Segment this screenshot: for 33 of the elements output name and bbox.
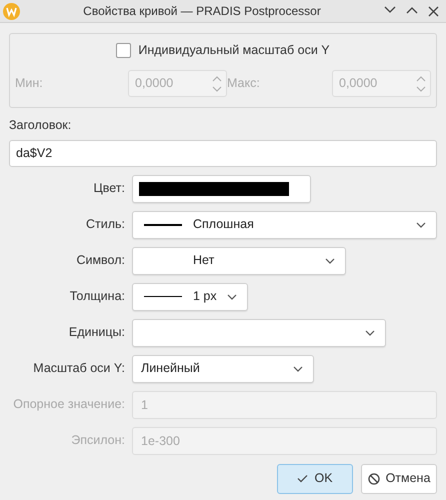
caption-label: Заголовок:	[9, 117, 72, 134]
ok-button[interactable]: OK	[277, 464, 353, 494]
window-title: Свойства кривой — PRADIS Postprocessor	[82, 3, 322, 20]
chevron-down-icon	[227, 294, 237, 300]
color-picker[interactable]	[132, 174, 311, 203]
chevron-down-icon	[416, 222, 426, 228]
field-label: Стиль:	[84, 216, 125, 234]
close-icon[interactable]	[428, 6, 439, 16]
maximize-icon[interactable]	[406, 6, 418, 14]
field-label: Эпсилон:	[70, 432, 125, 450]
dropdown[interactable]: 1 px	[132, 282, 248, 311]
minimize-icon[interactable]	[384, 6, 396, 14]
field-label: Толщина:	[68, 288, 125, 306]
field-label: Опорное значение:	[12, 396, 125, 414]
dropdown[interactable]: Сплошная	[132, 210, 437, 239]
checkmark-icon	[297, 474, 308, 484]
caption-field[interactable]: da$V2	[9, 140, 437, 167]
cancel-button[interactable]: Отмена	[361, 464, 437, 494]
field-label: Цвет:	[92, 180, 125, 198]
cancel-icon	[368, 472, 380, 485]
spin-label: Мин:	[15, 75, 44, 92]
field-label: Единицы:	[68, 324, 125, 342]
chevron-down-icon	[365, 330, 375, 336]
checkbox-label: Индивидуальный масштаб оси Y	[138, 42, 330, 59]
field-label: Масштаб оси Y:	[32, 360, 125, 378]
app-logo-icon	[3, 2, 20, 20]
field-label: Символ:	[75, 252, 125, 270]
dropdown[interactable]: Нет	[132, 246, 346, 275]
chevron-down-icon	[325, 258, 335, 264]
checkbox[interactable]	[116, 42, 132, 58]
spin-label: Макс:	[227, 75, 261, 92]
dropdown[interactable]: Линейный	[132, 354, 314, 383]
chevron-down-icon	[293, 366, 303, 372]
